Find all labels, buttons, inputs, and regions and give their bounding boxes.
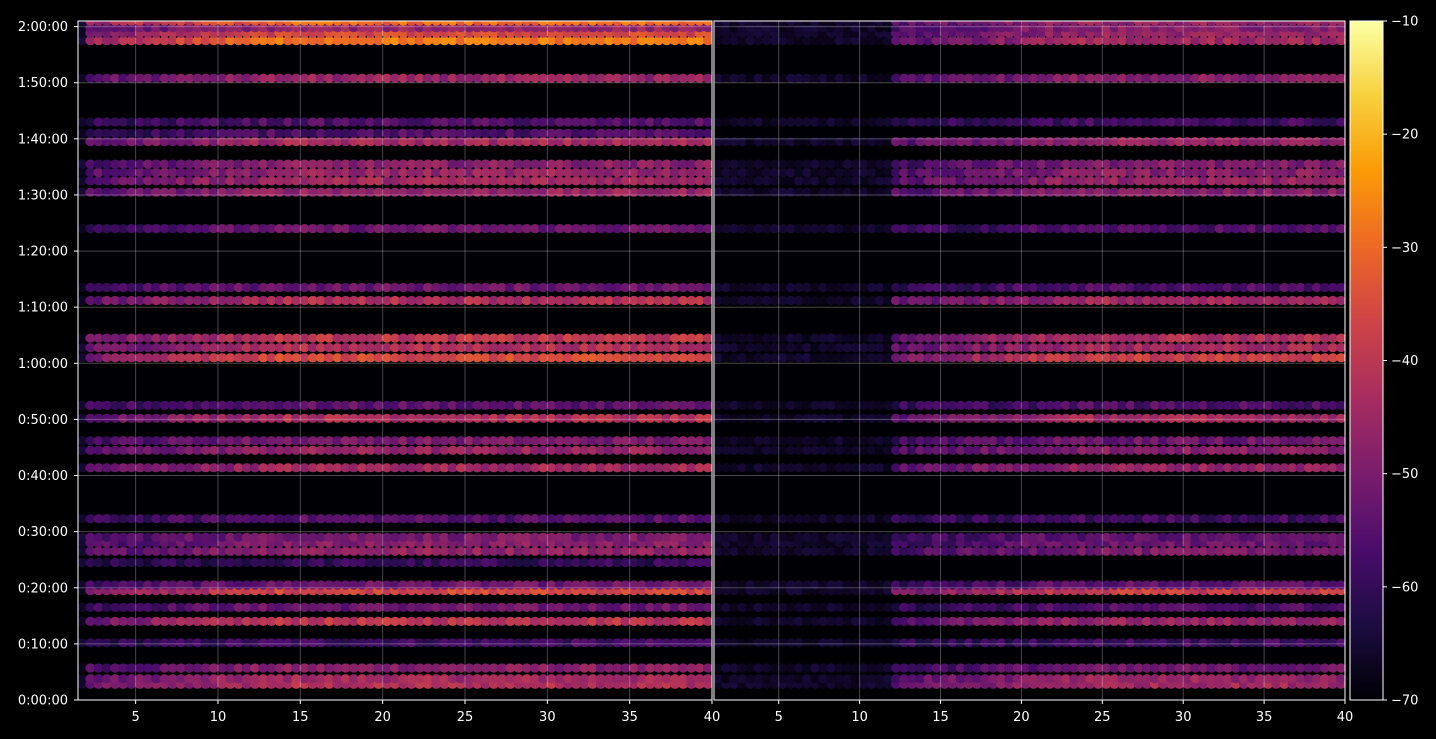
left-heatmap-cell <box>702 282 712 293</box>
y-tick-label: 0:20:00 <box>18 581 68 596</box>
y-tick-label: 0:40:00 <box>18 469 68 484</box>
left-heatmap-cell <box>702 167 712 178</box>
y-tick-label: 1:30:00 <box>18 188 68 203</box>
left-heatmap-cell <box>702 436 712 446</box>
left-heatmap-cell <box>702 463 712 473</box>
left-heatmap-cell <box>702 602 712 612</box>
left-y-axis: 0:00:00 0:10:00 0:20:00 0:30:00 0:40:00 0:50:… <box>18 20 78 709</box>
left-heatmap-cell <box>702 413 712 423</box>
left-heatmap-cell <box>702 295 712 306</box>
left-heatmap-cell <box>702 400 712 410</box>
y-tick-label: 1:20:00 <box>18 245 68 260</box>
y-tick-label: 1:10:00 <box>18 301 68 316</box>
left-x-tick-label: 5 <box>131 710 139 725</box>
left-x-tick-label: 15 <box>292 710 309 725</box>
spectrogram-figure: 5 10 15 20 25 30 35 40 0:00:00 0:10:00 0:20:00 0:3… <box>18 15 1419 726</box>
right-panel: 5 10 15 20 25 30 35 40 <box>713 20 1353 725</box>
left-x-tick-label: 30 <box>539 710 556 725</box>
left-heatmap-cell <box>702 557 712 568</box>
left-x-tick-label: 10 <box>210 710 227 725</box>
left-heatmap-cell <box>702 128 712 138</box>
y-tick-label: 2:00:00 <box>18 20 68 35</box>
y-tick-label: 1:00:00 <box>18 357 68 372</box>
y-tick-label: 0:10:00 <box>18 637 68 652</box>
left-heatmap-cell <box>702 546 712 556</box>
left-panel: 5 10 15 20 25 30 35 40 0:00:00 0:10:00 0:20:00 0:3… <box>18 20 720 725</box>
left-heatmap-cell <box>702 176 712 186</box>
left-heatmap-cell <box>702 117 712 127</box>
left-x-tick-label: 35 <box>621 710 638 725</box>
left-heatmap-cell <box>702 514 712 524</box>
left-heatmap-cell <box>702 343 712 353</box>
left-heatmap-cell <box>702 159 712 169</box>
left-x-axis: 5 10 15 20 25 30 35 40 <box>131 700 720 725</box>
left-heatmap-cell <box>702 663 712 673</box>
left-heatmap-cell <box>702 445 712 455</box>
left-heatmap-cell <box>702 616 712 626</box>
y-tick-label: 0:00:00 <box>18 694 68 709</box>
left-x-tick-label: 40 <box>704 710 721 725</box>
left-heatmap-cell <box>702 674 712 684</box>
left-heatmap-cell <box>702 532 712 542</box>
left-heatmap-cell <box>702 73 712 83</box>
y-tick-label: 1:40:00 <box>18 132 68 147</box>
left-heatmap-cell <box>702 333 712 343</box>
left-x-tick-label: 25 <box>457 710 474 725</box>
y-tick-label: 0:50:00 <box>18 413 68 428</box>
left-x-tick-label: 20 <box>374 710 391 725</box>
left-heatmap-cell <box>702 224 712 234</box>
y-tick-label: 0:30:00 <box>18 525 68 540</box>
left-heatmap-cell <box>702 353 712 363</box>
left-heatmap-cell <box>702 638 712 648</box>
y-tick-label: 1:50:00 <box>18 76 68 91</box>
